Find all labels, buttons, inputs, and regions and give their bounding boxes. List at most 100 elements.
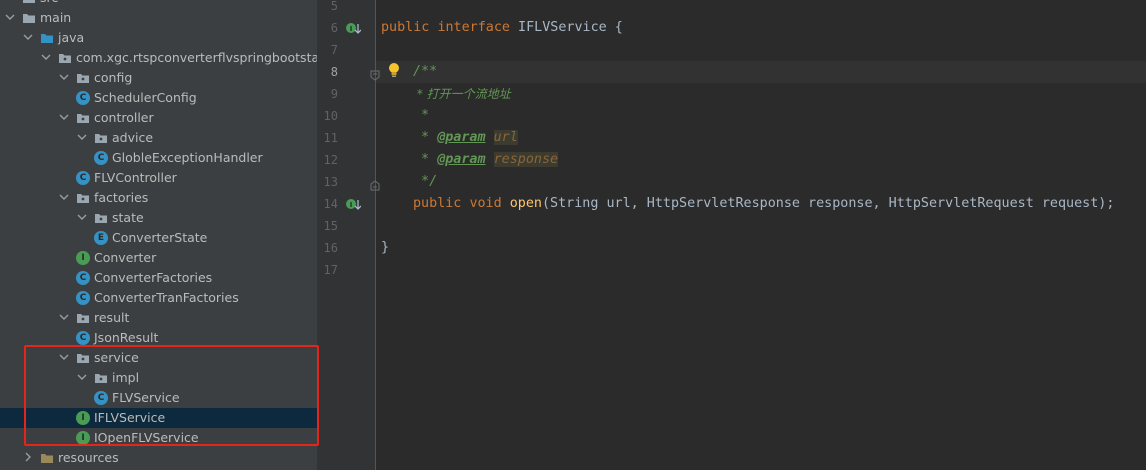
fold-icon[interactable] xyxy=(370,176,380,195)
class-icon: C xyxy=(94,151,108,165)
tree-row[interactable]: E ConverterState xyxy=(0,228,317,248)
tree-row[interactable]: controller xyxy=(0,108,317,128)
tree-row-label: service xyxy=(94,350,139,365)
chevron-down-icon[interactable] xyxy=(58,351,70,363)
interface-icon: I xyxy=(76,251,90,265)
package-icon xyxy=(76,111,90,125)
tree-row[interactable]: I IFLVService xyxy=(0,408,317,428)
package-icon xyxy=(94,371,108,385)
class-icon: C xyxy=(76,91,90,105)
chevron-right-icon[interactable] xyxy=(22,451,34,463)
tree-row-label: ConverterState xyxy=(112,230,208,245)
package-icon xyxy=(76,191,90,205)
line-number: 7 xyxy=(330,43,338,57)
code-line-12[interactable]: * @param response xyxy=(413,149,559,171)
tree-row[interactable]: C GlobleExceptionHandler xyxy=(0,148,317,168)
class-icon: C xyxy=(76,331,90,345)
code-line-16[interactable]: } xyxy=(381,237,389,259)
code-line-14[interactable]: public void open(String url, HttpServlet… xyxy=(413,193,1114,215)
folder-icon xyxy=(40,31,54,45)
tree-row-label: SchedulerConfig xyxy=(94,90,197,105)
line-number: 16 xyxy=(323,241,338,255)
tree-row[interactable]: impl xyxy=(0,368,317,388)
chevron-down-icon[interactable] xyxy=(58,191,70,203)
tree-row-label: result xyxy=(94,310,130,325)
folder-icon xyxy=(22,0,36,5)
tree-row-label: Converter xyxy=(94,250,157,265)
line-number: 9 xyxy=(330,87,338,101)
line-number: 15 xyxy=(323,219,338,233)
tree-row[interactable]: service xyxy=(0,348,317,368)
chevron-down-icon[interactable] xyxy=(58,71,70,83)
tree-row-label: main xyxy=(40,10,72,25)
line-number: 8 xyxy=(330,65,338,79)
line-number: 14 xyxy=(323,197,338,211)
code-line-13[interactable]: */ xyxy=(413,171,437,193)
tree-row[interactable]: I IOpenFLVService xyxy=(0,428,317,448)
chevron-down-icon[interactable] xyxy=(58,311,70,323)
tree-row-label: advice xyxy=(112,130,154,145)
tree-row[interactable]: I Converter xyxy=(0,248,317,268)
tree-row[interactable]: C JsonResult xyxy=(0,328,317,348)
chevron-down-icon[interactable] xyxy=(76,131,88,143)
code-line-11[interactable]: * @param url xyxy=(413,127,518,149)
tree-row[interactable]: resources xyxy=(0,448,317,468)
tree-row[interactable]: C ConverterTranFactories xyxy=(0,288,317,308)
tree-row-label: factories xyxy=(94,190,149,205)
code-line-10[interactable]: * xyxy=(413,105,429,127)
tree-row[interactable]: C SchedulerConfig xyxy=(0,88,317,108)
tree-row[interactable]: result xyxy=(0,308,317,328)
tree-row-label: com.xgc.rtspconverterflvspringbootstarte… xyxy=(76,50,317,65)
tree-row-label: state xyxy=(112,210,144,225)
chevron-down-icon[interactable] xyxy=(4,11,16,23)
enum-icon: E xyxy=(94,231,108,245)
class-icon: C xyxy=(76,171,90,185)
tree-row[interactable]: C ConverterFactories xyxy=(0,268,317,288)
chevron-down-icon[interactable] xyxy=(22,31,34,43)
chevron-down-icon[interactable] xyxy=(58,111,70,123)
line-number: 5 xyxy=(330,0,338,13)
fold-icon[interactable] xyxy=(370,66,380,85)
tree-row-label: ConverterTranFactories xyxy=(94,290,239,305)
tree-row-label: resources xyxy=(58,450,119,465)
line-number: 10 xyxy=(323,109,338,123)
package-icon xyxy=(94,131,108,145)
class-icon: C xyxy=(76,291,90,305)
tree-row[interactable]: C FLVService xyxy=(0,388,317,408)
tree-row-label: GlobleExceptionHandler xyxy=(112,150,263,165)
chevron-down-icon[interactable] xyxy=(76,371,88,383)
tree-row-label: src xyxy=(40,0,58,6)
tree-row-label: FLVController xyxy=(94,170,177,185)
tree-row-label: IFLVService xyxy=(94,410,166,425)
tree-row-label: ConverterFactories xyxy=(94,270,213,285)
package-icon xyxy=(76,351,90,365)
tree-row[interactable]: src xyxy=(0,0,317,8)
tree-row[interactable]: C FLVController xyxy=(0,168,317,188)
tree-row[interactable]: config xyxy=(0,68,317,88)
package-icon xyxy=(76,71,90,85)
tree-row[interactable]: state xyxy=(0,208,317,228)
lightbulb-icon[interactable] xyxy=(387,62,401,84)
package-icon xyxy=(76,311,90,325)
code-line-8[interactable]: /** xyxy=(413,61,437,83)
tree-row[interactable]: factories xyxy=(0,188,317,208)
interface-icon: I xyxy=(76,411,90,425)
tree-row[interactable]: java xyxy=(0,28,317,48)
chevron-down-icon[interactable] xyxy=(76,211,88,223)
tree-row[interactable]: com.xgc.rtspconverterflvspringbootstarte… xyxy=(0,48,317,68)
implemented-down-arrow-icon[interactable]: I xyxy=(345,21,362,41)
code-line-6[interactable]: public interface IFLVService { xyxy=(381,17,623,39)
folder-icon xyxy=(40,451,54,465)
tree-row[interactable]: advice xyxy=(0,128,317,148)
chevron-down-icon[interactable] xyxy=(4,0,16,3)
tree-row[interactable]: main xyxy=(0,8,317,28)
line-number: 12 xyxy=(323,153,338,167)
implemented-down-arrow-icon[interactable]: I xyxy=(345,197,362,217)
class-icon: C xyxy=(76,271,90,285)
class-icon: C xyxy=(94,391,108,405)
code-line-9[interactable]: * 打开一个流地址 xyxy=(413,83,511,106)
chevron-down-icon[interactable] xyxy=(40,51,52,63)
interface-icon: I xyxy=(76,431,90,445)
tree-row-label: impl xyxy=(112,370,140,385)
tree-row-label: java xyxy=(58,30,85,45)
